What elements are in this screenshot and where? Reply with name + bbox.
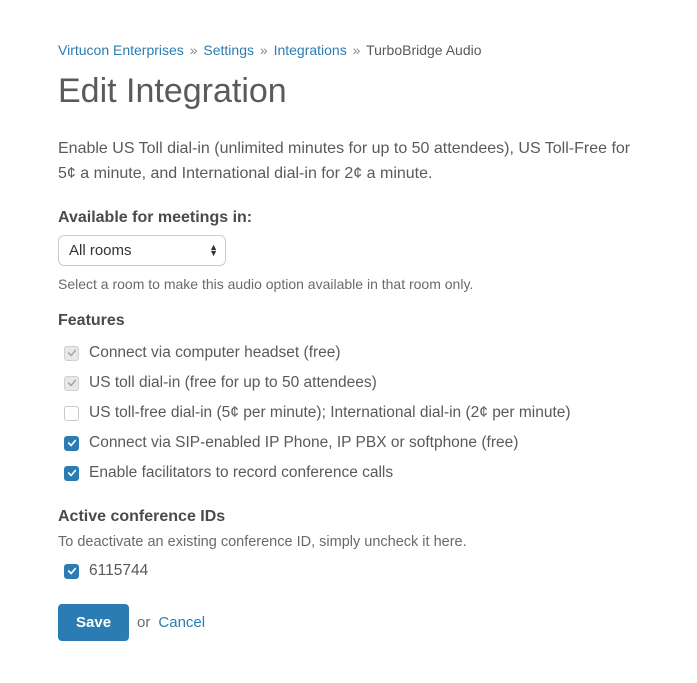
checkmark-icon (67, 438, 77, 448)
checkmark-icon (67, 348, 77, 358)
checkmark-icon (67, 378, 77, 388)
checkbox-toll-free[interactable] (64, 406, 79, 421)
feature-label: Connect via SIP-enabled IP Phone, IP PBX… (89, 434, 518, 452)
room-select[interactable]: All rooms (58, 235, 226, 266)
checkbox-sip[interactable] (64, 436, 79, 451)
available-label: Available for meetings in: (58, 209, 639, 227)
room-select-wrap: All rooms ▲▼ (58, 235, 226, 266)
checkmark-icon (67, 468, 77, 478)
conference-row: 6115744 (58, 556, 639, 586)
breadcrumb: Virtucon Enterprises » Settings » Integr… (58, 42, 639, 58)
features-label: Features (58, 312, 639, 330)
features-section: Features Connect via computer headset (f… (58, 312, 639, 488)
feature-row: Connect via computer headset (free) (58, 338, 639, 368)
breadcrumb-sep: » (260, 42, 268, 58)
conference-section: Active conference IDs To deactivate an e… (58, 508, 639, 586)
feature-label: US toll dial-in (free for up to 50 atten… (89, 374, 377, 392)
breadcrumb-settings[interactable]: Settings (203, 42, 254, 58)
room-hint: Select a room to make this audio option … (58, 276, 639, 292)
integration-description: Enable US Toll dial-in (unlimited minute… (58, 137, 639, 187)
checkbox-conference-id[interactable] (64, 564, 79, 579)
breadcrumb-sep: » (353, 42, 361, 58)
checkmark-icon (67, 566, 77, 576)
breadcrumb-current: TurboBridge Audio (366, 42, 481, 58)
feature-row: US toll dial-in (free for up to 50 atten… (58, 368, 639, 398)
feature-row: US toll-free dial-in (5¢ per minute); In… (58, 398, 639, 428)
save-button[interactable]: Save (58, 604, 129, 641)
conference-subtext: To deactivate an existing conference ID,… (58, 534, 639, 550)
feature-row: Enable facilitators to record conference… (58, 458, 639, 488)
breadcrumb-integrations[interactable]: Integrations (274, 42, 347, 58)
cancel-link[interactable]: Cancel (158, 614, 205, 631)
page-title: Edit Integration (58, 72, 639, 111)
checkbox-us-toll (64, 376, 79, 391)
feature-row: Connect via SIP-enabled IP Phone, IP PBX… (58, 428, 639, 458)
breadcrumb-sep: » (190, 42, 198, 58)
breadcrumb-org[interactable]: Virtucon Enterprises (58, 42, 184, 58)
or-text: or (137, 614, 150, 631)
feature-label: Connect via computer headset (free) (89, 344, 341, 362)
checkbox-record[interactable] (64, 466, 79, 481)
checkbox-headset (64, 346, 79, 361)
conference-id-label: 6115744 (89, 562, 148, 580)
conference-label: Active conference IDs (58, 508, 639, 526)
feature-label: US toll-free dial-in (5¢ per minute); In… (89, 404, 571, 422)
feature-label: Enable facilitators to record conference… (89, 464, 393, 482)
actions-row: Save or Cancel (58, 604, 639, 641)
